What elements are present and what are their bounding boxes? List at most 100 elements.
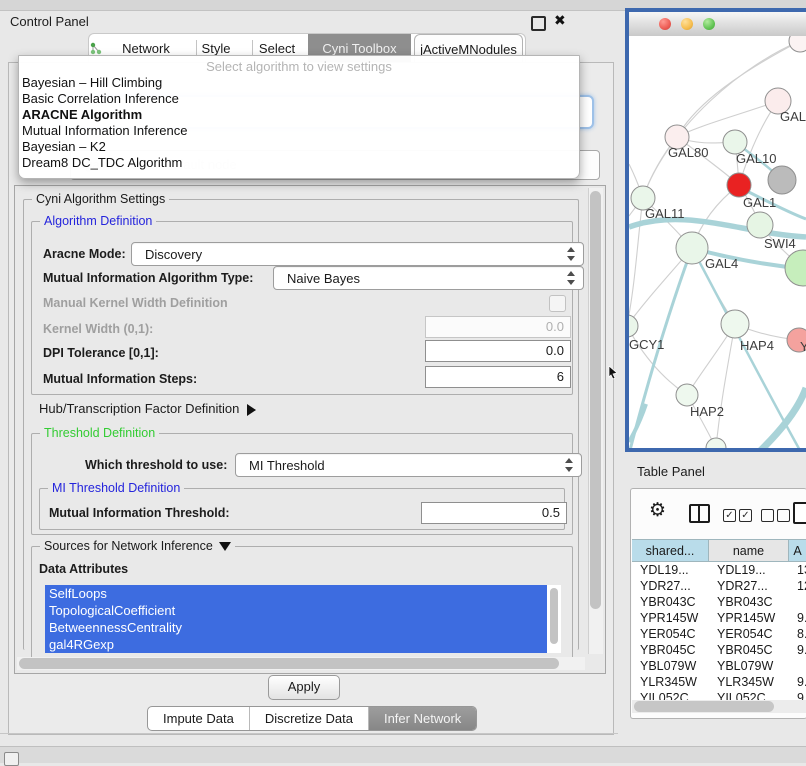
dropdown-item[interactable]: Mutual Information Inference xyxy=(19,123,579,139)
mi-type-combo[interactable]: Naive Bayes xyxy=(273,266,584,290)
manual-kernel-checkbox[interactable] xyxy=(549,295,566,312)
which-threshold-value: MI Threshold xyxy=(249,458,325,473)
expand-down-icon xyxy=(219,542,231,551)
checked-checkbox-icon[interactable]: ✓ xyxy=(723,509,736,522)
table-cell: YBL079W xyxy=(709,658,789,674)
table-cell: 9. xyxy=(789,610,806,626)
table-row[interactable]: YLR345WYLR345W9. xyxy=(632,674,806,690)
table-horizontal-scrollbar[interactable] xyxy=(632,700,806,713)
mac-zoom-icon[interactable] xyxy=(703,18,715,30)
dropdown-item[interactable]: Dream8 DC_TDC Algorithm xyxy=(19,155,579,171)
split-view-icon[interactable] xyxy=(689,504,710,523)
column-header-name[interactable]: name xyxy=(709,539,789,562)
cyni-settings-scrollpane: Cyni Algorithm Settings Algorithm Defini… xyxy=(14,185,606,674)
apply-button[interactable]: Apply xyxy=(268,675,340,700)
table-cell: 9. xyxy=(789,674,806,690)
mouse-cursor xyxy=(608,366,620,380)
network-canvas[interactable]: GALGAL80GAL10GAL1GAL11SWI4GAL4GCY1HAP4YH… xyxy=(629,36,806,448)
attribute-item[interactable]: gal4RGexp xyxy=(45,636,547,653)
mac-close-icon[interactable] xyxy=(659,18,671,30)
table-cell: YLR345W xyxy=(709,674,789,690)
network-tab-icon xyxy=(89,42,102,55)
mi-type-value: Naive Bayes xyxy=(287,271,360,286)
which-threshold-combo[interactable]: MI Threshold xyxy=(235,453,582,477)
network-node[interactable] xyxy=(706,438,726,448)
network-node-gal1[interactable] xyxy=(727,173,751,197)
node-label: GAL xyxy=(780,109,806,124)
table-cell: YER054C xyxy=(632,626,709,642)
node-label: HAP4 xyxy=(740,338,774,353)
table-row[interactable]: YDL19...YDL19...13 xyxy=(632,562,806,578)
mi-threshold-field[interactable]: 0.5 xyxy=(421,502,567,524)
dpi-tolerance-field[interactable]: 0.0 xyxy=(425,340,571,362)
status-bar xyxy=(0,746,806,763)
bottom-tab-infer-network[interactable]: Infer Network xyxy=(369,707,476,730)
control-panel-titlebar: Control Panel ✖ xyxy=(0,11,620,33)
document-icon[interactable] xyxy=(793,502,806,524)
settings-horizontal-scrollbar[interactable] xyxy=(17,657,585,670)
gear-icon[interactable]: ⚙ xyxy=(649,501,666,521)
mi-steps-label: Mutual Information Steps: xyxy=(43,372,197,386)
attribute-item[interactable]: SelfLoops xyxy=(45,585,547,602)
dropdown-item[interactable]: ARACNE Algorithm xyxy=(19,107,579,123)
attributes-list-scrollbar[interactable] xyxy=(550,588,558,644)
network-window-titlebar[interactable] xyxy=(629,12,806,37)
combo-arrows-icon xyxy=(567,247,576,261)
data-attributes-list[interactable]: SelfLoopsTopologicalCoefficientBetweenne… xyxy=(45,585,561,653)
dropdown-item[interactable]: Basic Correlation Inference xyxy=(19,91,579,107)
table-row[interactable]: YBR045CYBR045C9. xyxy=(632,642,806,658)
node-label: GAL4 xyxy=(705,256,738,271)
table-row[interactable]: YER054CYER054C8. xyxy=(632,626,806,642)
mi-steps-field[interactable]: 6 xyxy=(425,366,571,388)
table-cell: YBR043C xyxy=(632,594,709,610)
bottom-tab-impute-data[interactable]: Impute Data xyxy=(148,707,250,730)
checked-checkbox-icon[interactable]: ✓ xyxy=(739,509,752,522)
mi-threshold-label: Mutual Information Threshold: xyxy=(49,506,230,520)
column-header-a[interactable]: A xyxy=(789,539,806,562)
panel-bottom-edge xyxy=(0,733,618,734)
network-node[interactable] xyxy=(789,36,806,52)
hub-definition-expander[interactable]: Hub/Transcription Factor Definition xyxy=(39,401,256,416)
bottom-tab-bar: Impute DataDiscretize DataInfer Network xyxy=(147,706,477,731)
network-node-swi4[interactable] xyxy=(747,212,773,238)
mac-minimize-icon[interactable] xyxy=(681,18,693,30)
algorithm-definition-title: Algorithm Definition xyxy=(40,214,156,228)
node-label: HAP2 xyxy=(690,404,724,419)
network-node-gcy1[interactable] xyxy=(629,315,638,337)
dropdown-item[interactable]: Bayesian – K2 xyxy=(19,139,579,155)
attribute-item[interactable]: TopologicalCoefficient xyxy=(45,602,547,619)
panel-dock-icon[interactable] xyxy=(4,752,19,766)
table-cell: YBR043C xyxy=(709,594,789,610)
network-node[interactable] xyxy=(768,166,796,194)
table-row[interactable]: YBR043CYBR043C xyxy=(632,594,806,610)
node-label: GAL10 xyxy=(736,151,776,166)
table-toolbar: ⚙ ✓ ✓ xyxy=(631,489,806,536)
table-cell: YBR045C xyxy=(632,642,709,658)
hub-definition-label: Hub/Transcription Factor Definition xyxy=(39,401,239,416)
network-node-hap4[interactable] xyxy=(721,310,749,338)
attribute-item[interactable]: BetweennessCentrality xyxy=(45,619,547,636)
network-nodes[interactable]: GALGAL80GAL10GAL1GAL11SWI4GAL4GCY1HAP4YH… xyxy=(629,36,806,448)
which-threshold-label: Which threshold to use: xyxy=(85,458,227,472)
dropdown-item[interactable]: Bayesian – Hill Climbing xyxy=(19,75,579,91)
table-row[interactable]: YDR27...YDR27...12 xyxy=(632,578,806,594)
aracne-mode-value: Discovery xyxy=(145,247,202,262)
combo-arrows-icon xyxy=(567,271,576,285)
settings-vertical-scrollbar[interactable] xyxy=(588,188,603,654)
float-panel-icon[interactable] xyxy=(531,16,546,31)
unchecked-checkbox-icon[interactable] xyxy=(761,509,774,522)
bottom-tab-discretize-data[interactable]: Discretize Data xyxy=(250,707,369,730)
data-attributes-label: Data Attributes xyxy=(39,562,128,576)
node-label: Y xyxy=(800,339,806,354)
unchecked-checkbox-icon[interactable] xyxy=(777,509,790,522)
close-panel-icon[interactable]: ✖ xyxy=(554,12,566,29)
table-cell: 12 xyxy=(789,578,806,594)
column-header-shared[interactable]: shared... xyxy=(632,539,709,562)
table-row[interactable]: YPR145WYPR145W9. xyxy=(632,610,806,626)
kernel-width-field[interactable]: 0.0 xyxy=(425,316,571,338)
table-row[interactable]: YBL079WYBL079W xyxy=(632,658,806,674)
network-node-hap2[interactable] xyxy=(676,384,698,406)
table-header-row: shared...nameA xyxy=(632,539,806,562)
aracne-mode-combo[interactable]: Discovery xyxy=(131,242,584,266)
network-node-gal4[interactable] xyxy=(676,232,708,264)
